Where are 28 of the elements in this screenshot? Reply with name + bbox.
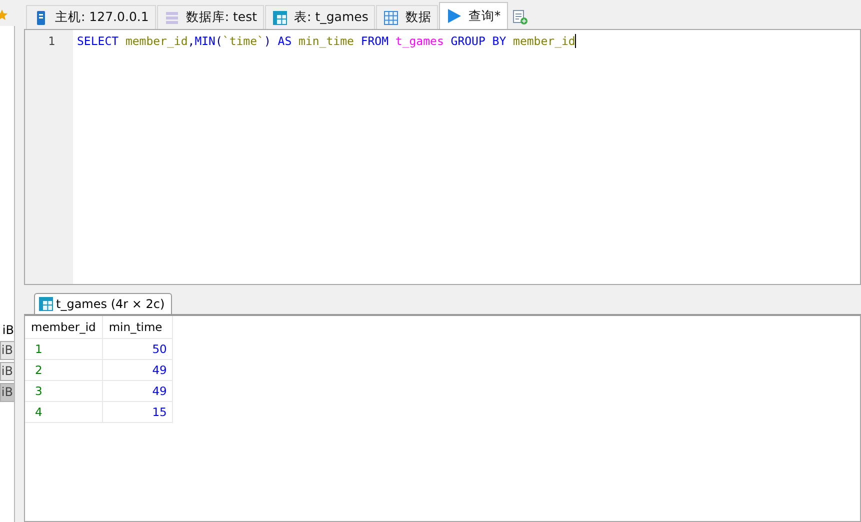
table-cell: 4 bbox=[25, 402, 102, 422]
play-icon bbox=[446, 8, 462, 24]
table-icon bbox=[38, 296, 54, 312]
column-header[interactable]: member_id bbox=[25, 316, 102, 338]
size-label: iB bbox=[2, 322, 14, 338]
tab[interactable]: 数据库: test bbox=[156, 5, 264, 29]
table-cell: 3 bbox=[25, 380, 102, 402]
size-button[interactable]: iB bbox=[0, 362, 14, 381]
table-cell: 15 bbox=[102, 402, 172, 422]
table-cell: 49 bbox=[102, 360, 172, 380]
table-cell: 2 bbox=[25, 360, 102, 380]
line-number: 1 bbox=[47, 33, 56, 50]
tab[interactable]: 主机: 127.0.0.1 bbox=[26, 5, 156, 29]
size-button[interactable]: iB bbox=[0, 383, 14, 402]
size-button[interactable]: iB bbox=[0, 341, 14, 360]
table-cell: 1 bbox=[25, 338, 102, 360]
code-line: SELECT member_id,MIN(`time`) AS min_time FROM t_games GROUP BY member_id bbox=[77, 33, 578, 50]
result-tab[interactable]: t_games (4r × 2c) bbox=[34, 293, 172, 314]
tab[interactable]: 表: t_games bbox=[265, 5, 376, 29]
column-header[interactable]: min_time bbox=[102, 316, 172, 338]
table-cell: 50 bbox=[102, 338, 172, 360]
table-icon bbox=[272, 10, 288, 26]
tab[interactable]: 查询* bbox=[439, 2, 508, 29]
text-cursor bbox=[575, 34, 576, 48]
tab[interactable]: 数据 bbox=[376, 5, 438, 29]
database-icon bbox=[164, 10, 180, 26]
grid-icon bbox=[383, 10, 400, 26]
table-cell: 49 bbox=[102, 380, 172, 402]
